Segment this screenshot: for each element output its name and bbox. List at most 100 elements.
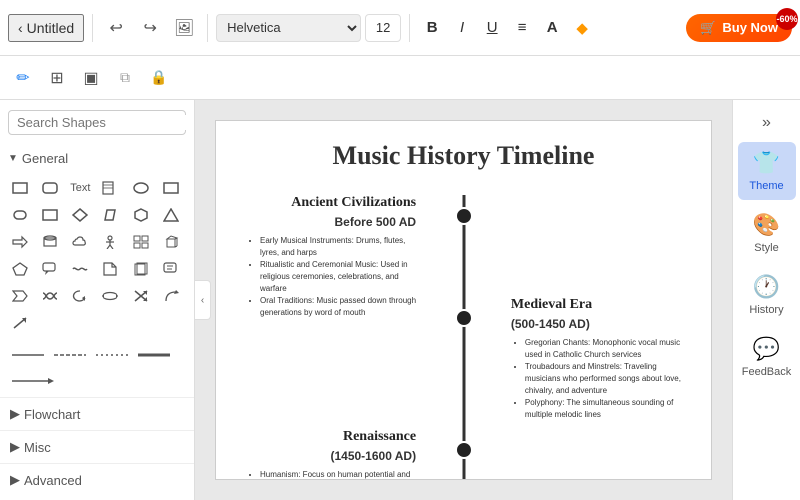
shape-rounded-rect[interactable]	[38, 176, 62, 200]
font-family-select[interactable]: Helvetica Arial Times New Roman	[216, 14, 361, 42]
second-toolbar: ✏ ⊞ ▣ ⧉ 🔒	[0, 56, 800, 100]
buy-now-badge: -60%	[776, 8, 798, 30]
canvas-content[interactable]: Music History Timeline Ancient Civilizat…	[215, 120, 712, 480]
shape-cylinder[interactable]	[38, 230, 62, 254]
flowchart-arrow-icon: ▶	[10, 406, 20, 422]
search-shapes-input[interactable]	[17, 115, 193, 130]
shape-diagonal-arrow[interactable]	[129, 284, 153, 308]
theme-icon: 👕	[753, 150, 780, 176]
timeline-item-renaissance: Renaissance (1450-1600 AD) Humanism: Foc…	[246, 429, 681, 479]
feedback-tool[interactable]: 💬 FeedBack	[738, 328, 796, 386]
shape-parallelogram[interactable]	[98, 203, 122, 227]
draw-button[interactable]: ✏	[8, 63, 38, 93]
divider-2	[207, 14, 208, 42]
document-title: Untitled	[27, 20, 74, 36]
era-period-medieval: (500-1450 AD)	[511, 317, 681, 331]
shape-curve-arrow[interactable]	[159, 284, 183, 308]
bullet-item: Gregorian Chants: Monophonic vocal music…	[525, 337, 681, 361]
shape-doc2[interactable]	[129, 257, 153, 281]
right-sidebar-collapse-button[interactable]: »	[733, 108, 800, 138]
canvas-collapse-button[interactable]: ‹	[195, 280, 211, 320]
back-icon: ‹	[18, 20, 23, 36]
shape-cube[interactable]	[159, 230, 183, 254]
shape-rectangle[interactable]	[8, 176, 32, 200]
shape-chevron[interactable]	[8, 284, 32, 308]
shape-note[interactable]	[98, 176, 122, 200]
timeline-content-renaissance: Renaissance (1450-1600 AD) Humanism: Foc…	[246, 429, 446, 479]
feedback-label: FeedBack	[742, 366, 792, 378]
style-tool[interactable]: 🎨 Style	[738, 204, 796, 262]
shape-grid[interactable]	[129, 230, 153, 254]
shape-callout[interactable]	[38, 257, 62, 281]
strikethrough-button[interactable]: ≡	[508, 14, 536, 42]
frame-button[interactable]: ▣	[76, 63, 106, 93]
image-button[interactable]: 🖼	[169, 13, 199, 43]
history-icon: 🕐	[753, 274, 780, 300]
advanced-arrow-icon: ▶	[10, 472, 20, 488]
copy-button[interactable]: ⧉	[110, 63, 140, 93]
back-button[interactable]: ‹ Untitled	[8, 14, 84, 42]
shape-arrow-ne[interactable]	[8, 311, 32, 335]
flowchart-section[interactable]: ▶ Flowchart	[0, 397, 194, 430]
timeline-item-medieval: Medieval Era (500-1450 AD) Gregorian Cha…	[246, 297, 681, 421]
style-label: Style	[754, 242, 778, 254]
image-icon: 🖼	[174, 18, 194, 38]
timeline-dot-medieval	[455, 309, 473, 327]
highlight-button[interactable]: ◆	[568, 14, 596, 42]
shape-double-arrow[interactable]	[98, 284, 122, 308]
lock-button[interactable]: 🔒	[144, 63, 174, 93]
shape-cloud[interactable]	[68, 230, 92, 254]
shape-triangle[interactable]	[159, 203, 183, 227]
era-title-renaissance: Renaissance	[246, 429, 416, 445]
shape-dotted-line[interactable]	[92, 343, 132, 367]
buy-now-button[interactable]: 🛒 Buy Now -60%	[686, 14, 792, 42]
shape-wavy[interactable]	[38, 284, 62, 308]
theme-tool[interactable]: 👕 Theme	[738, 142, 796, 200]
era-bullets-renaissance: Humanism: Focus on human potential and c…	[246, 469, 416, 479]
shape-dashed-line[interactable]	[50, 343, 90, 367]
misc-section[interactable]: ▶ Misc	[0, 430, 194, 463]
shape-arrow-line[interactable]	[8, 369, 58, 393]
text-format-group: B I U ≡ A ◆	[418, 14, 596, 42]
font-size-input[interactable]	[365, 14, 401, 42]
advanced-section[interactable]: ▶ Advanced	[0, 463, 194, 496]
misc-label: Misc	[24, 440, 51, 455]
cart-icon: 🛒	[700, 20, 716, 36]
right-sidebar: » 👕 Theme 🎨 Style 🕐 History 💬 FeedBack	[732, 100, 800, 500]
shape-thick-line[interactable]	[134, 343, 174, 367]
table-button[interactable]: ⊞	[42, 63, 72, 93]
canvas-area: ‹ Music History Timeline Ancient Civiliz…	[195, 100, 732, 500]
shape-person[interactable]	[98, 230, 122, 254]
shape-rect2[interactable]	[159, 176, 183, 200]
text-color-button[interactable]: A	[538, 14, 566, 42]
shape-line[interactable]	[8, 343, 48, 367]
top-toolbar: ‹ Untitled ↩ ↪ 🖼 Helvetica Arial Times N…	[0, 0, 800, 56]
history-tool[interactable]: 🕐 History	[738, 266, 796, 324]
italic-button[interactable]: I	[448, 14, 476, 42]
line-shapes	[0, 339, 194, 397]
shape-pentagon[interactable]	[8, 257, 32, 281]
redo-button[interactable]: ↪	[135, 13, 165, 43]
general-section-header[interactable]: ▼ General	[0, 145, 194, 172]
bold-button[interactable]: B	[418, 14, 446, 42]
shape-rect3[interactable]	[38, 203, 62, 227]
shape-chat[interactable]	[159, 257, 183, 281]
shape-diamond[interactable]	[68, 203, 92, 227]
shape-circle-arrow[interactable]	[68, 284, 92, 308]
era-period-ancient: Before 500 AD	[246, 215, 416, 229]
shape-ellipse[interactable]	[129, 176, 153, 200]
shape-text[interactable]: Text	[68, 176, 92, 200]
search-box[interactable]: 🔍	[8, 110, 186, 135]
shape-hex[interactable]	[129, 203, 153, 227]
shape-right-arrow[interactable]	[8, 230, 32, 254]
flowchart-label: Flowchart	[24, 407, 80, 422]
underline-button[interactable]: U	[478, 14, 506, 42]
document-title: Music History Timeline	[246, 141, 681, 171]
shape-doc[interactable]	[98, 257, 122, 281]
undo-button[interactable]: ↩	[101, 13, 131, 43]
shape-wave[interactable]	[68, 257, 92, 281]
shape-rounded2[interactable]	[8, 203, 32, 227]
theme-label: Theme	[749, 180, 783, 192]
shapes-grid: Text	[0, 172, 194, 339]
era-bullets-medieval: Gregorian Chants: Monophonic vocal music…	[511, 337, 681, 421]
